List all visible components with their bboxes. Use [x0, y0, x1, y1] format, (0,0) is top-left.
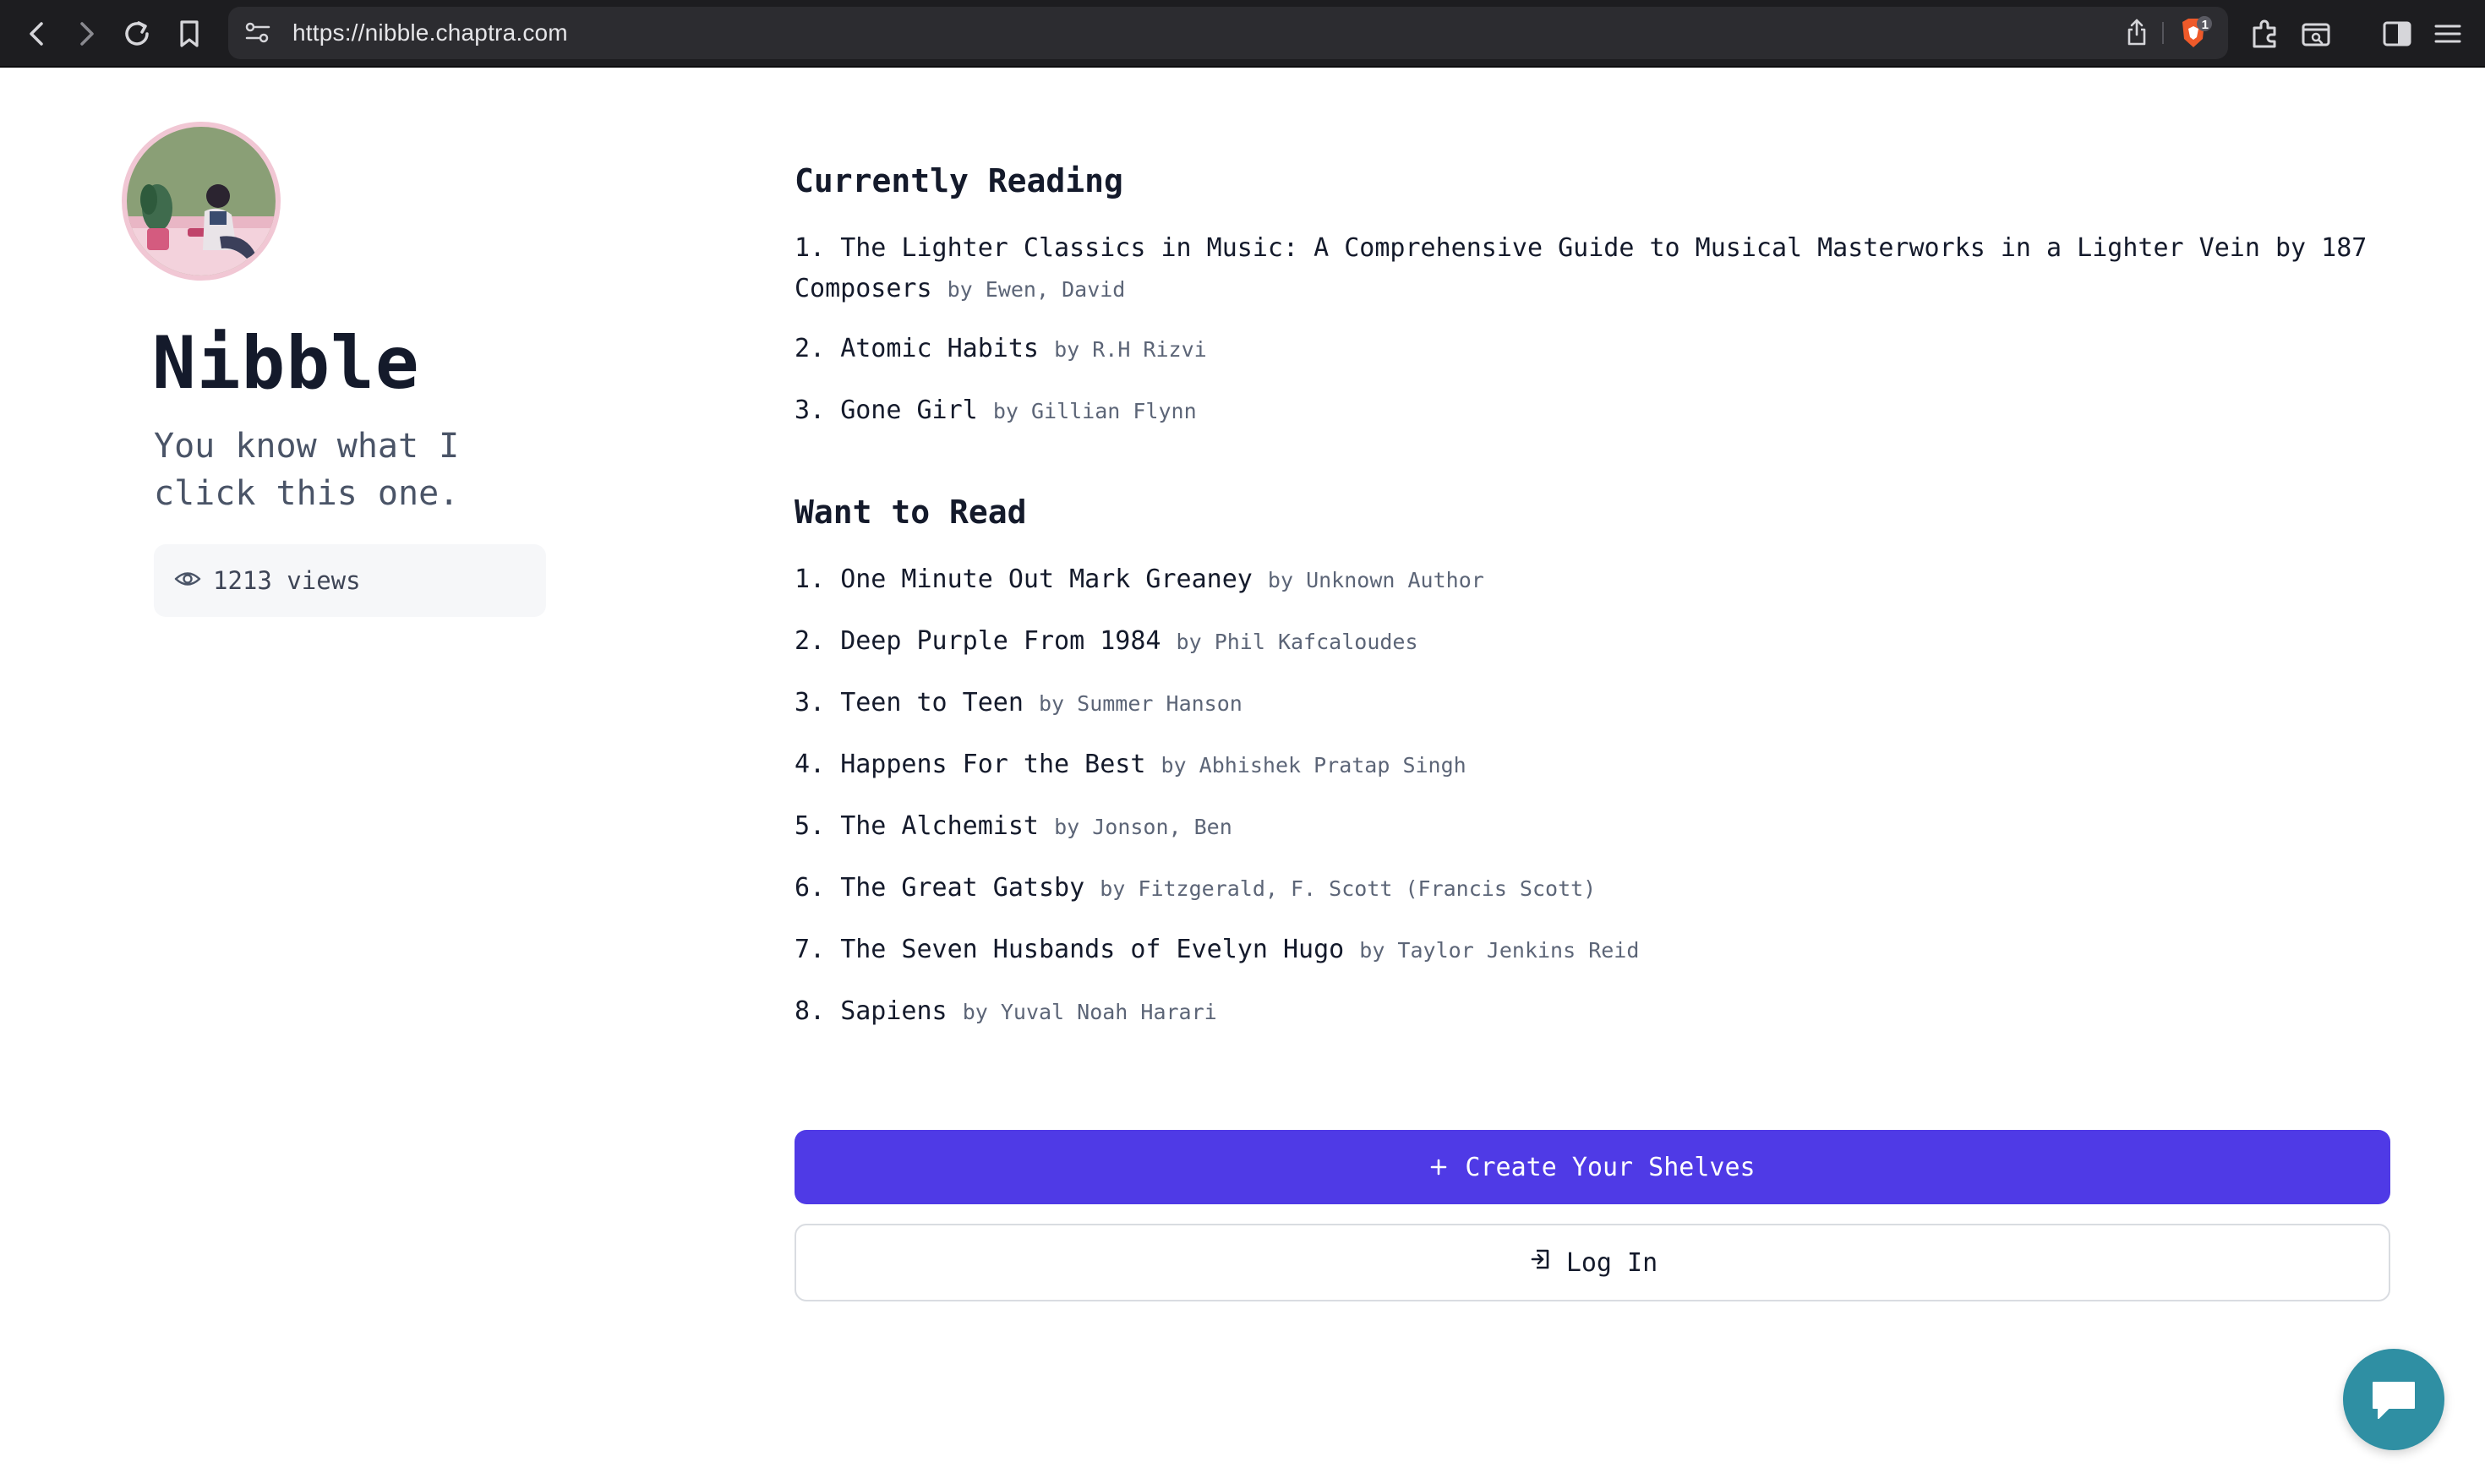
book-title[interactable]: Sapiens	[840, 996, 947, 1026]
book-author: by Phil Kafcaloudes	[1176, 630, 1418, 654]
list-item[interactable]: 1. One Minute Out Mark Greaney by Unknow…	[795, 559, 2392, 601]
book-number: 1.	[795, 233, 826, 263]
book-title[interactable]: Atomic Habits	[840, 334, 1039, 363]
url-text[interactable]: https://nibble.chaptra.com	[292, 7, 568, 59]
list-item[interactable]: 3. Teen to Teen by Summer Hanson	[795, 683, 2392, 724]
book-title[interactable]: The Seven Husbands of Evelyn Hugo	[840, 935, 1344, 964]
share-icon[interactable]	[2125, 18, 2149, 46]
book-number: 8.	[795, 996, 826, 1026]
book-title[interactable]: Teen to Teen	[840, 688, 1024, 717]
list-item[interactable]: 2. Atomic Habits by R.H Rizvi	[795, 329, 2392, 370]
chat-bubble-icon	[2373, 1382, 2415, 1419]
book-author: by Taylor Jenkins Reid	[1359, 938, 1640, 963]
list-item[interactable]: 4. Happens For the Best by Abhishek Prat…	[795, 745, 2392, 786]
login-icon	[1527, 1247, 1553, 1279]
profile-bio: You know what I click this one.	[154, 427, 460, 513]
list-item[interactable]: 5. The Alchemist by Jonson, Ben	[795, 806, 2392, 848]
book-title[interactable]: Deep Purple From 1984	[840, 626, 1161, 656]
book-author: by Gillian Flynn	[992, 399, 1197, 423]
login-button[interactable]: Log In	[795, 1224, 2390, 1301]
extensions-icon[interactable]	[2247, 15, 2284, 52]
avatar-illustration	[127, 127, 276, 276]
create-shelves-button[interactable]: Create Your Shelves	[795, 1130, 2390, 1204]
want-to-read-heading: Want to Read	[795, 494, 1027, 531]
book-author: by Summer Hanson	[1039, 691, 1242, 716]
book-number: 7.	[795, 935, 826, 964]
list-item[interactable]: 2. Deep Purple From 1984 by Phil Kafcalo…	[795, 621, 2392, 663]
views-count: 1213 views	[213, 566, 361, 595]
book-author: by Ewen, David	[947, 277, 1126, 302]
book-title[interactable]: One Minute Out Mark Greaney	[840, 565, 1253, 594]
eye-icon	[174, 566, 201, 595]
book-number: 3.	[795, 396, 826, 425]
book-author: by Abhishek Pratap Singh	[1161, 753, 1466, 777]
book-number: 4.	[795, 750, 826, 779]
plus-icon	[1429, 1151, 1448, 1183]
list-item[interactable]: 6. The Great Gatsby by Fitzgerald, F. Sc…	[795, 868, 2392, 909]
currently-reading-list: 1. The Lighter Classics in Music: A Comp…	[795, 228, 2392, 432]
want-to-read-list: 1. One Minute Out Mark Greaney by Unknow…	[795, 559, 2392, 1033]
site-settings-icon[interactable]	[243, 19, 272, 46]
brave-badge-count: 1	[2201, 18, 2209, 32]
profile-page: Nibble You know what I click this one. 1…	[0, 68, 2485, 1484]
book-number: 2.	[795, 334, 826, 363]
book-title[interactable]: The Alchemist	[840, 811, 1039, 841]
book-number: 2.	[795, 626, 826, 656]
forward-icon[interactable]	[68, 15, 105, 52]
list-item[interactable]: 7. The Seven Husbands of Evelyn Hugo by …	[795, 930, 2392, 971]
currently-reading-heading: Currently Reading	[795, 162, 1123, 199]
chat-button[interactable]	[2343, 1349, 2444, 1450]
list-item[interactable]: 1. The Lighter Classics in Music: A Comp…	[795, 228, 2392, 310]
menu-icon[interactable]	[2429, 15, 2466, 52]
list-item[interactable]: 8. Sapiens by Yuval Noah Harari	[795, 991, 2392, 1033]
brave-shields-icon[interactable]: 1	[2174, 15, 2213, 52]
address-bar[interactable]: https://nibble.chaptra.com 1	[228, 7, 2228, 59]
book-author: by Fitzgerald, F. Scott (Francis Scott)	[1100, 876, 1597, 901]
book-author: by Jonson, Ben	[1054, 815, 1232, 839]
toolbar-separator	[2162, 22, 2164, 44]
book-author: by Yuval Noah Harari	[962, 1000, 1217, 1024]
book-number: 1.	[795, 565, 826, 594]
list-item[interactable]: 3. Gone Girl by Gillian Flynn	[795, 390, 2392, 432]
book-author: by R.H Rizvi	[1054, 337, 1207, 362]
book-title[interactable]: Happens For the Best	[840, 750, 1145, 779]
profile-name: Nibble	[152, 321, 420, 406]
back-icon[interactable]	[19, 15, 56, 52]
wallet-icon[interactable]	[2297, 15, 2335, 52]
reload-icon[interactable]	[118, 15, 156, 52]
book-number: 3.	[795, 688, 826, 717]
views-counter: 1213 views	[154, 544, 546, 617]
book-author: by Unknown Author	[1267, 568, 1484, 592]
avatar	[122, 122, 281, 281]
login-label: Log In	[1565, 1247, 1658, 1278]
sidebar-icon[interactable]	[2378, 15, 2416, 52]
book-title[interactable]: The Great Gatsby	[840, 873, 1084, 903]
book-number: 5.	[795, 811, 826, 841]
book-number: 6.	[795, 873, 826, 903]
browser-toolbar: https://nibble.chaptra.com 1	[0, 0, 2485, 68]
book-title[interactable]: Gone Girl	[840, 396, 978, 425]
create-shelves-label: Create Your Shelves	[1465, 1152, 1756, 1182]
bookmark-icon[interactable]	[171, 15, 208, 52]
